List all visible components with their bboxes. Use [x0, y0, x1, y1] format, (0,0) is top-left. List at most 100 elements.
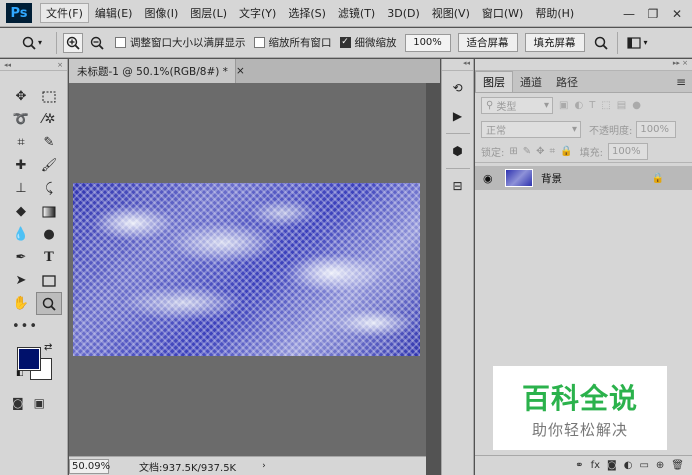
document-tab[interactable]: 未标题-1 @ 50.1%(RGB/8#) * × [69, 59, 245, 83]
screen-mode-icon[interactable]: ▣ [34, 396, 45, 410]
status-menu-arrow[interactable]: › [262, 461, 266, 471]
zoom-tool-icon [22, 36, 36, 50]
panel-tabs: 图层 通道 路径 ≡ [475, 71, 692, 93]
zoom-in-button[interactable] [63, 32, 83, 53]
menu-view[interactable]: 视图(V) [426, 3, 476, 23]
lock-position-icon[interactable]: ✥ [536, 146, 544, 157]
tab-paths[interactable]: 路径 [549, 71, 585, 92]
collapse-icon[interactable]: ▸▸ × [475, 59, 692, 71]
close-icon[interactable]: × [57, 61, 63, 69]
history-panel-icon[interactable]: ⟲ [446, 77, 470, 99]
pixel-filter-icon[interactable]: ▣ [559, 100, 568, 111]
new-group-icon[interactable]: ▭ [639, 460, 648, 471]
history-brush-tool-icon[interactable]: ⤹ [36, 177, 62, 200]
fit-screen-button[interactable]: 适合屏幕 [457, 33, 518, 52]
adjustment-layer-icon[interactable]: ◐ [624, 460, 633, 471]
panel-menu-icon[interactable]: ≡ [676, 75, 686, 89]
blend-mode-select[interactable]: 正常 ▾ [481, 120, 581, 138]
eyedropper-tool-icon[interactable]: ✎ [36, 131, 62, 154]
fill-screen-button[interactable]: 填充屏幕 [524, 33, 585, 52]
menu-layer[interactable]: 图层(L) [184, 3, 233, 23]
hand-tool-icon[interactable]: ✋ [8, 292, 34, 315]
search-button[interactable] [591, 33, 611, 53]
move-tool-icon[interactable]: ✥ [8, 85, 34, 108]
add-mask-icon[interactable]: ◙ [607, 460, 617, 471]
menu-window[interactable]: 窗口(W) [476, 3, 529, 23]
trash-icon[interactable]: 🗑 [671, 460, 684, 471]
lock-transparent-icon[interactable]: ⊞ [509, 146, 517, 157]
properties-panel-icon[interactable]: ⊟ [446, 175, 470, 197]
fill-field[interactable]: 100% [608, 143, 649, 160]
pen-tool-icon[interactable]: ✒ [8, 246, 34, 269]
status-zoom-field[interactable]: 50.09% [69, 458, 110, 474]
menu-file[interactable]: 文件(F) [40, 3, 89, 23]
lasso-tool-icon[interactable]: ➰ [8, 108, 34, 131]
collapse-icon[interactable]: ◂◂ [442, 59, 473, 71]
gradient-tool-icon[interactable] [36, 200, 62, 223]
shape-filter-icon[interactable]: ⬚ [601, 100, 610, 111]
menu-edit[interactable]: 编辑(E) [89, 3, 139, 23]
scrubby-zoom-checkbox[interactable]: ✓ 细微缩放 [339, 35, 397, 50]
3d-panel-icon[interactable]: ⬢ [446, 140, 470, 162]
lock-image-icon[interactable]: ✎ [523, 146, 531, 157]
menu-filter[interactable]: 滤镜(T) [332, 3, 381, 23]
workspace-switcher[interactable] [624, 33, 644, 53]
fx-icon[interactable]: fx [591, 460, 600, 471]
foreground-color-swatch[interactable] [17, 347, 41, 371]
layer-row-background[interactable]: ◉ 背景 🔒 [475, 166, 692, 190]
eraser-tool-icon[interactable]: ◆ [8, 200, 34, 223]
lock-artboard-icon[interactable]: ⌗ [550, 146, 556, 157]
smart-object-filter-icon[interactable]: ▤ [617, 100, 626, 111]
zoom-percent-field[interactable]: 100% [404, 33, 451, 52]
canvas-image[interactable] [73, 183, 420, 356]
chevron-down-icon: ▾ [543, 99, 549, 111]
chevron-down-icon: ▾ [571, 123, 577, 135]
type-filter-icon[interactable]: T [589, 100, 595, 111]
tab-channels[interactable]: 通道 [513, 71, 549, 92]
magic-wand-tool-icon[interactable]: ⁄✲ [36, 108, 62, 131]
path-selection-tool-icon[interactable]: ➤ [8, 269, 34, 292]
dodge-tool-icon[interactable]: ● [36, 223, 62, 246]
adjustment-filter-icon[interactable]: ◐ [574, 100, 583, 111]
eye-icon[interactable]: ◉ [483, 172, 497, 185]
layer-filter-select[interactable]: ⚲ 类型 ▾ [481, 96, 553, 114]
checkbox-box [115, 37, 126, 48]
opacity-field[interactable]: 100% [636, 120, 677, 138]
menu-select[interactable]: 选择(S) [282, 3, 332, 23]
type-tool-icon[interactable]: T [36, 246, 62, 269]
swap-colors-icon[interactable]: ⇄ [44, 342, 52, 353]
quick-mask-icon[interactable]: ◙ [12, 396, 24, 410]
checkbox-box [253, 37, 265, 48]
tab-layers[interactable]: 图层 [475, 71, 513, 92]
menu-help[interactable]: 帮助(H) [529, 3, 580, 23]
panel-grip[interactable]: ◂◂ × [0, 59, 67, 71]
menu-3d[interactable]: 3D(D) [381, 3, 426, 23]
new-layer-icon[interactable]: ⊕ [656, 460, 664, 471]
lock-all-icon[interactable]: 🔒 [560, 146, 572, 157]
chevron-down-icon: ▾ [37, 38, 42, 47]
zoom-all-windows-checkbox[interactable]: 缩放所有窗口 [253, 35, 332, 50]
crop-tool-icon[interactable]: ⌗ [8, 131, 34, 154]
marquee-tool-icon[interactable] [36, 85, 62, 108]
zoom-tool-icon[interactable] [36, 292, 62, 315]
close-icon[interactable]: ✕ [666, 5, 688, 23]
filter-toggle-icon[interactable]: ● [632, 100, 641, 111]
minimize-icon[interactable]: — [618, 5, 640, 23]
brush-tool-icon[interactable]: 🖌 [36, 154, 62, 177]
healing-brush-tool-icon[interactable]: ✚ [8, 154, 34, 177]
clone-stamp-tool-icon[interactable]: ⊥ [8, 177, 34, 200]
rectangle-tool-icon[interactable] [36, 269, 62, 292]
restore-icon[interactable]: ❐ [642, 5, 664, 23]
close-tab-icon[interactable]: × [236, 65, 245, 77]
resize-windows-checkbox[interactable]: 调整窗口大小以满屏显示 [115, 35, 246, 50]
edit-toolbar-icon[interactable]: ••• [12, 319, 67, 334]
menu-type[interactable]: 文字(Y) [233, 3, 282, 23]
blur-tool-icon[interactable]: 💧 [8, 223, 34, 246]
tool-preset-picker[interactable]: ▾ [14, 32, 50, 54]
menu-image[interactable]: 图像(I) [138, 3, 184, 23]
zoom-out-button[interactable] [87, 33, 107, 53]
checkbox-checked: ✓ [339, 37, 351, 48]
actions-panel-icon[interactable]: ▶ [446, 105, 470, 127]
link-layers-icon[interactable]: ⚭ [575, 460, 583, 471]
collapse-icon[interactable]: ◂◂ [4, 61, 11, 69]
